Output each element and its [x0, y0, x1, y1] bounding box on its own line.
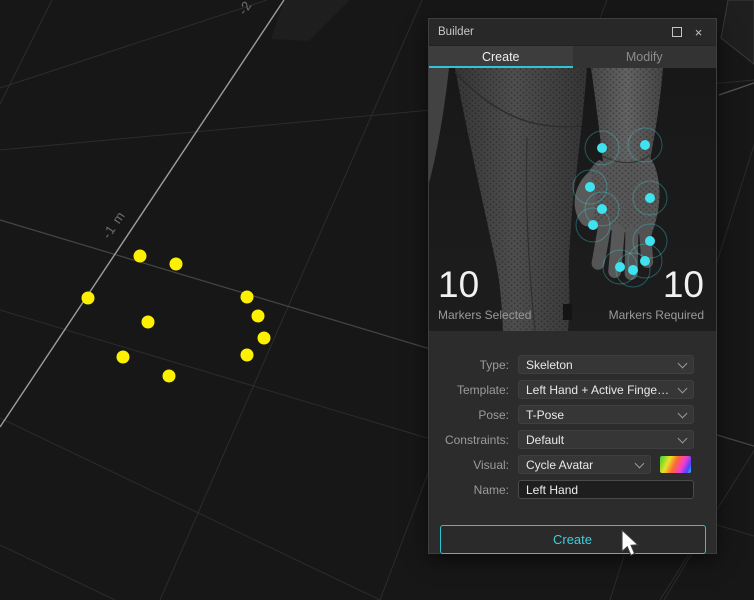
builder-form: Type: Skeleton Template: Left Hand + Act…: [429, 352, 716, 502]
chevron-down-icon: [678, 358, 688, 368]
builder-panel: Builder × Create Modify: [428, 18, 717, 554]
panel-title: Builder: [438, 26, 663, 38]
type-label: Type:: [429, 358, 509, 372]
constraints-dropdown[interactable]: Default: [518, 430, 694, 449]
viewport-marker[interactable]: [117, 351, 130, 364]
name-input[interactable]: [518, 480, 694, 499]
markers-selected-label: Markers Selected: [438, 308, 531, 322]
markers-selected-block: 10 Markers Selected: [438, 266, 531, 322]
hand-marker: [585, 182, 595, 192]
markers-required-count: 10: [609, 266, 704, 303]
template-dropdown[interactable]: Left Hand + Active Fingers (10): [518, 380, 694, 399]
markers-required-label: Markers Required: [609, 308, 704, 322]
close-button[interactable]: ×: [690, 24, 707, 41]
visual-label: Visual:: [429, 458, 509, 472]
template-label: Template:: [429, 383, 509, 397]
hand-marker: [597, 143, 607, 153]
markers-selected-count: 10: [438, 266, 531, 303]
app-root: { "colors": { "accent": "#2ec6d4", "mark…: [0, 0, 754, 600]
create-button[interactable]: Create: [440, 525, 706, 554]
viewport-marker[interactable]: [258, 332, 271, 345]
scene-patch: [271, 0, 350, 41]
form-row-name: Name:: [429, 477, 716, 502]
viewport-marker[interactable]: [252, 310, 265, 323]
hand-marker: [588, 220, 598, 230]
close-icon: ×: [695, 26, 703, 39]
form-row-pose: Pose: T-Pose: [429, 402, 716, 427]
hand-marker: [645, 193, 655, 203]
name-label: Name:: [429, 483, 509, 497]
form-row-visual: Visual: Cycle Avatar: [429, 452, 716, 477]
type-dropdown[interactable]: Skeleton: [518, 355, 694, 374]
panel-titlebar[interactable]: Builder ×: [429, 19, 716, 45]
viewport-marker[interactable]: [163, 370, 176, 383]
form-row-constraints: Constraints: Default: [429, 427, 716, 452]
scene-wall: [721, 0, 754, 64]
viewport-marker[interactable]: [82, 292, 95, 305]
maximize-icon: [672, 27, 682, 37]
maximize-button[interactable]: [668, 24, 685, 41]
chevron-down-icon: [635, 458, 645, 468]
viewport-marker[interactable]: [170, 258, 183, 271]
tab-modify[interactable]: Modify: [573, 46, 717, 68]
body-sliver: [429, 68, 449, 183]
axis-line-bright: [0, 0, 284, 427]
visual-value: Cycle Avatar: [526, 458, 630, 472]
viewport-marker[interactable]: [134, 250, 147, 263]
scene-edge: [719, 83, 754, 95]
hand-marker: [640, 140, 650, 150]
tab-create[interactable]: Create: [429, 46, 573, 68]
constraints-label: Constraints:: [429, 433, 509, 447]
pose-label: Pose:: [429, 408, 509, 422]
visual-dropdown[interactable]: Cycle Avatar: [518, 455, 651, 474]
skeleton-preview: 10 Markers Selected 10 Markers Required: [429, 68, 716, 331]
markers-required-block: 10 Markers Required: [609, 266, 704, 322]
viewport-marker[interactable]: [142, 316, 155, 329]
form-row-type: Type: Skeleton: [429, 352, 716, 377]
template-value: Left Hand + Active Fingers (10): [526, 383, 673, 397]
pose-dropdown[interactable]: T-Pose: [518, 405, 694, 424]
viewport-marker[interactable]: [241, 291, 254, 304]
type-value: Skeleton: [526, 358, 673, 372]
tab-create-label: Create: [482, 50, 520, 64]
constraints-value: Default: [526, 433, 673, 447]
chevron-down-icon: [678, 383, 688, 393]
color-swatch[interactable]: [660, 456, 691, 473]
chevron-down-icon: [678, 408, 688, 418]
viewport-marker[interactable]: [241, 349, 254, 362]
tab-bar: Create Modify: [429, 45, 716, 68]
hand-render: [575, 68, 663, 280]
chevron-down-icon: [678, 433, 688, 443]
pose-value: T-Pose: [526, 408, 673, 422]
tab-modify-label: Modify: [626, 50, 663, 64]
form-row-template: Template: Left Hand + Active Fingers (10…: [429, 377, 716, 402]
